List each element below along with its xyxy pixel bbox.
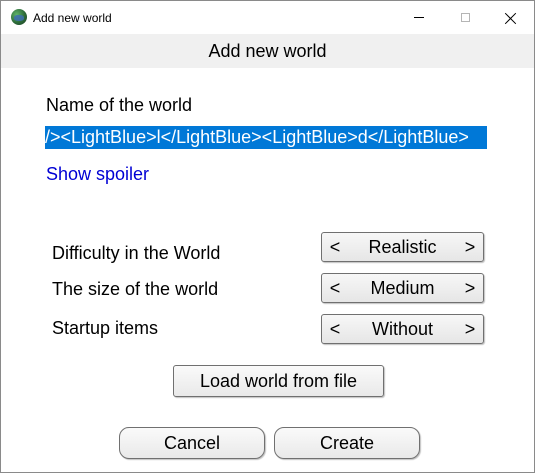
maximize-icon	[460, 13, 470, 22]
close-button[interactable]	[488, 1, 534, 34]
dialog-header: Add new world	[1, 34, 534, 68]
dialog-title: Add new world	[208, 40, 327, 61]
difficulty-prev-button[interactable]: <	[322, 233, 348, 261]
cancel-button[interactable]: Cancel	[119, 427, 265, 459]
create-button[interactable]: Create	[274, 427, 420, 459]
startup-items-next-button[interactable]: >	[457, 315, 483, 343]
difficulty-label: Difficulty in the World	[52, 243, 221, 263]
add-new-world-window: Add new world Add new world Name of the …	[0, 0, 535, 473]
minimize-button[interactable]	[396, 1, 442, 34]
title-bar[interactable]: Add new world	[1, 1, 534, 34]
window-title: Add new world	[33, 11, 112, 25]
world-size-prev-button[interactable]: <	[322, 274, 348, 302]
close-icon	[505, 12, 517, 24]
world-name-label: Name of the world	[46, 95, 193, 115]
show-spoiler-link[interactable]: Show spoiler	[46, 164, 149, 185]
difficulty-value: Realistic	[368, 237, 437, 257]
startup-items-selector: < Without >	[321, 314, 484, 344]
world-size-label: The size of the world	[52, 279, 219, 299]
maximize-button	[442, 1, 488, 34]
startup-items-value: Without	[371, 319, 434, 339]
world-size-next-button[interactable]: >	[457, 274, 483, 302]
difficulty-selector: < Realistic >	[321, 232, 484, 262]
world-name-value: /><LightBlue>l</LightBlue><LightBlue>d</…	[45, 127, 469, 147]
world-size-selector: < Medium >	[321, 273, 484, 303]
app-globe-icon	[11, 9, 27, 25]
world-size-value: Medium	[370, 278, 435, 298]
startup-items-label: Startup items	[52, 318, 159, 338]
minimize-icon	[414, 17, 424, 18]
world-name-input[interactable]: /><LightBlue>l</LightBlue><LightBlue>d</…	[45, 126, 487, 149]
difficulty-next-button[interactable]: >	[457, 233, 483, 261]
load-world-button[interactable]: Load world from file	[173, 365, 384, 397]
startup-items-prev-button[interactable]: <	[322, 315, 348, 343]
